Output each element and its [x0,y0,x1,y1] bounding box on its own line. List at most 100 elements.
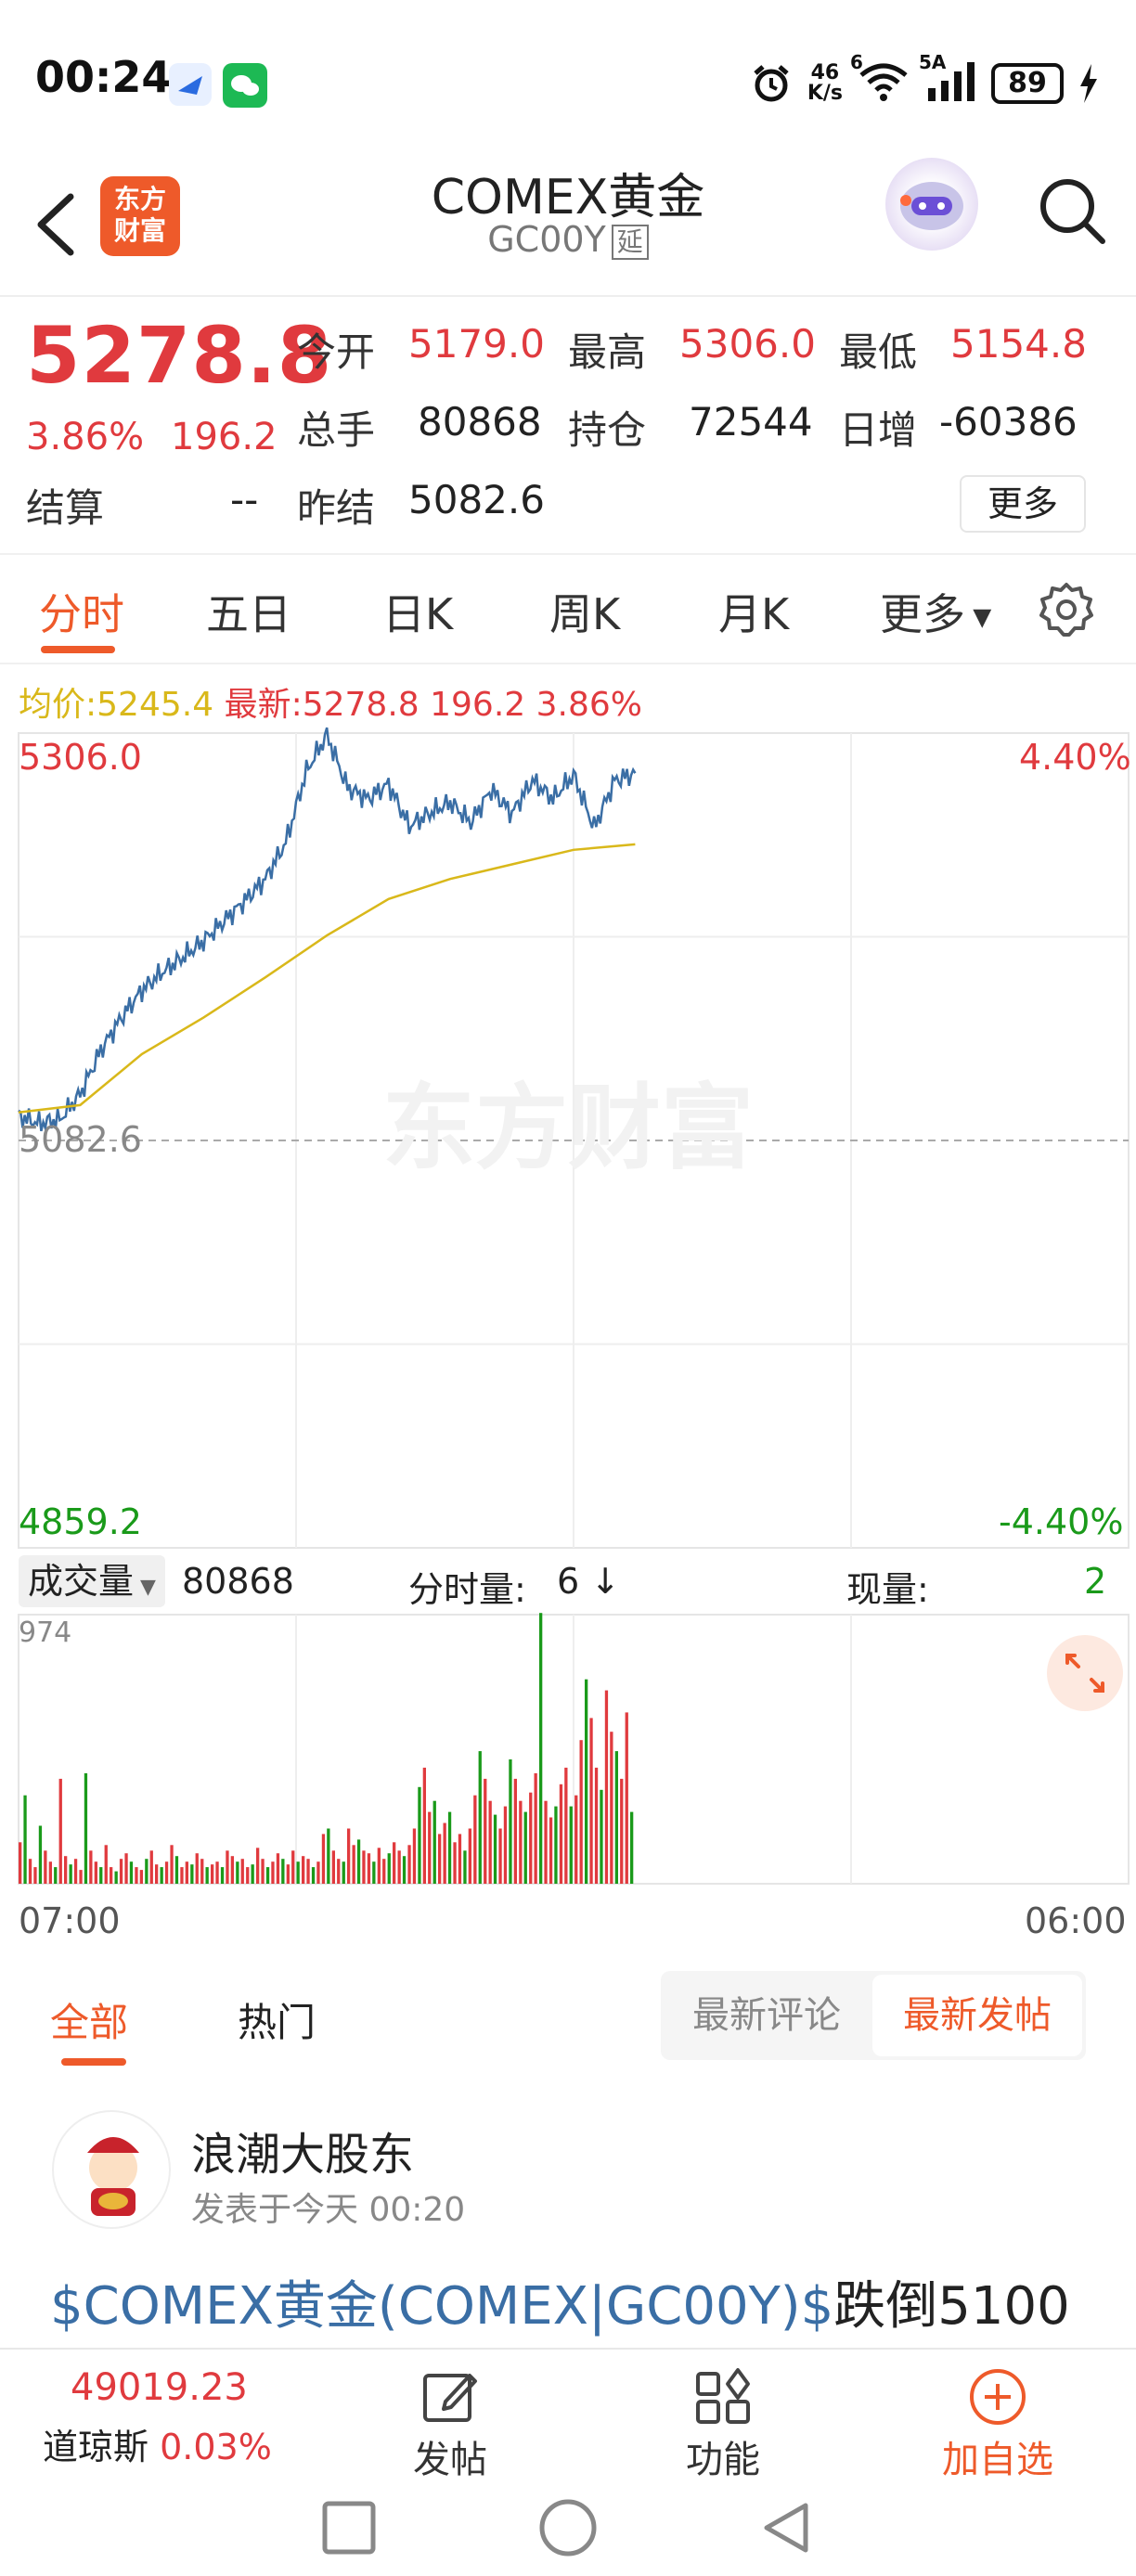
home-button [539,2499,597,2557]
price-legend: 均价:5245.4 最新:5278.8 196.2 3.86% [19,686,643,724]
add-watchlist-button[interactable]: 加自选 [928,2350,1067,2481]
tab-daily-k[interactable]: 日K [382,581,453,642]
avg-price-line [18,843,636,1114]
volume-bar [236,1861,239,1884]
volume-bar [412,1828,417,1884]
volume-bar [145,1859,148,1884]
volume-bar [58,1778,62,1884]
volume-bar [220,1867,225,1884]
daily-increase-label: 日增 [839,407,918,453]
volume-bar [69,1864,72,1884]
more-quote-button[interactable]: 更多 [960,475,1086,533]
wechat-icon [223,63,267,108]
volume-bar [211,1864,214,1884]
index-value[interactable]: 49019.23 [71,2366,248,2409]
volume-bar [104,1845,108,1884]
volume-bar [418,1786,421,1884]
high-value: 5306.0 [679,321,816,367]
volume-bar [190,1864,194,1884]
expand-chart-button[interactable] [1047,1635,1123,1711]
gear-icon [1039,583,1093,637]
volume-bar [119,1859,123,1884]
volume-bar [428,1811,432,1884]
recents-button [322,2501,376,2555]
comment-tab-indicator [61,2058,126,2066]
tab-intraday[interactable]: 分时 [39,581,124,642]
volume-bar [579,1740,583,1884]
volume-chart[interactable]: 974 [0,1613,1136,1891]
volume-bar [286,1864,290,1884]
chart-settings-button[interactable] [1038,581,1095,638]
volume-bar [347,1828,351,1884]
intraday-chart[interactable]: 东方财富 5306.0 4.40% 5082.6 4859.2 -4.40% [0,724,1136,1550]
watermark: 东方财富 [382,1074,754,1182]
volume-bar [54,1867,58,1884]
volume-bar [564,1767,568,1884]
settle-value: -- [230,477,259,522]
volume-bar [306,1859,310,1884]
post-button[interactable]: 发帖 [381,2350,520,2481]
volume-bar [458,1834,462,1884]
volume-bar [302,1856,305,1884]
tick-volume-label: 分时量: [408,1569,526,1610]
volume-bar [625,1712,628,1884]
time-axis-end: 06:00 [1025,1900,1127,1941]
volume-bar [110,1867,113,1884]
post-body[interactable]: $COMEX黄金(COMEX|GC00Y)$跌倒5100 [50,2264,1070,2339]
tab-hot-posts[interactable]: 热门 [238,1991,316,2048]
volume-bar [432,1800,436,1884]
system-navbar [0,2478,1136,2576]
index-name[interactable]: 道琼斯 0.03% [43,2418,272,2469]
volume-bar [620,1778,624,1884]
post-time: 发表于今天 00:20 [191,2191,466,2229]
open-interest-value: 72544 [689,399,813,444]
tab-five-day[interactable]: 五日 [206,581,291,642]
indicator-select[interactable]: 成交量 ▼ [19,1555,165,1607]
time-axis-start: 07:00 [19,1900,121,1941]
volume-bar [387,1853,391,1884]
volume-bar [549,1817,553,1884]
volume-bar [124,1853,128,1884]
volume-bar [402,1856,407,1884]
ai-assistant-avatar[interactable] [885,158,978,251]
tab-weekly-k[interactable]: 周K [549,581,620,642]
sort-latest-post[interactable]: 最新发帖 [872,1975,1082,2056]
volume-label: 总手 [297,407,376,453]
chart-top-pct: 4.40% [1019,737,1131,778]
volume-bar [443,1823,446,1884]
volume-bar [99,1867,103,1884]
open-value: 5179.0 [408,321,545,367]
volume-bar [513,1778,517,1884]
volume-bar [382,1859,386,1884]
volume-bar [291,1850,295,1884]
volume-bar [377,1848,381,1884]
function-button[interactable]: 功能 [653,2350,793,2481]
volume-bar [19,1842,22,1884]
volume-bar [316,1861,320,1884]
tab-monthly-k[interactable]: 月K [718,581,789,642]
volume-bar [493,1814,497,1884]
volume-bar [554,1806,558,1884]
tab-more[interactable]: 更多 ▼ [880,581,991,642]
volume-bar [630,1811,634,1884]
grid-icon [696,2368,750,2424]
status-icons: 46 K/s 6 5A 89 [750,51,1099,109]
volume-bar [509,1759,512,1884]
tab-all-posts[interactable]: 全部 [50,1991,128,2048]
volume-bar [529,1792,533,1884]
bottom-toolbar: 49019.23 道琼斯 0.03% 发帖 功能 加自选 [0,2348,1136,2481]
chart-period-tabs: 分时 五日 日K 周K 月K 更多 ▼ [0,553,1136,664]
active-tab-indicator [41,646,115,653]
volume-bar [447,1811,452,1884]
settle-label: 结算 [26,485,105,531]
volume-bar [94,1861,97,1884]
volume-bar [174,1856,179,1884]
search-button[interactable] [1030,169,1114,252]
volume-value: 80868 [418,399,542,444]
post-author-name[interactable]: 浪潮大股东 [191,2118,414,2183]
sort-latest-comment[interactable]: 最新评论 [661,1971,872,2060]
signal-icon: 5A [919,51,976,107]
volume-bar [534,1772,537,1884]
last-price: 5278.8 [26,310,333,401]
post-author-avatar[interactable] [52,2110,171,2229]
